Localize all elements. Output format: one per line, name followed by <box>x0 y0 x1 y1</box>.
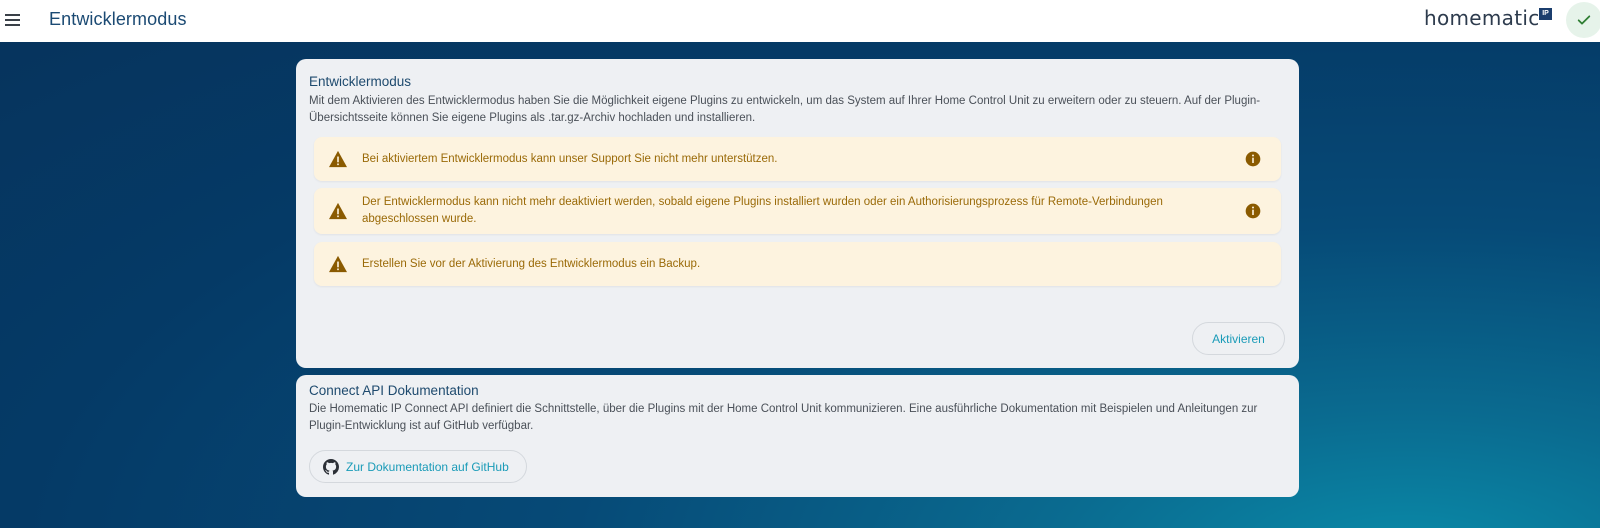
warning-text: Erstellen Sie vor der Aktivierung des En… <box>362 258 701 270</box>
connect-api-card: Connect API Dokumentation Die Homematic … <box>296 375 1299 497</box>
activate-button[interactable]: Aktivieren <box>1192 322 1285 355</box>
warning-icon <box>329 202 347 220</box>
warning-icon <box>329 150 347 168</box>
connect-api-title: Connect API Dokumentation <box>309 383 479 398</box>
info-icon[interactable] <box>1245 151 1261 167</box>
connect-api-description: Die Homematic IP Connect API definiert d… <box>309 403 1258 432</box>
status-indicator[interactable] <box>1566 2 1600 38</box>
page-title: Entwicklermodus <box>49 9 187 29</box>
developer-mode-card: Entwicklermodus Mit dem Aktivieren des E… <box>296 59 1299 368</box>
warning-irreversible: Der Entwicklermodus kann nicht mehr deak… <box>314 188 1281 234</box>
info-icon[interactable] <box>1245 203 1261 219</box>
developer-mode-description: Mit dem Aktivieren des Entwicklermodus h… <box>309 95 1261 124</box>
top-bar: Entwicklermodus homematic IP <box>0 0 1600 42</box>
warning-backup: Erstellen Sie vor der Aktivierung des En… <box>314 242 1281 286</box>
homematic-logo: homematic <box>1424 6 1540 30</box>
developer-mode-title: Entwicklermodus <box>309 74 412 89</box>
hamburger-menu-icon[interactable] <box>4 9 26 31</box>
check-icon <box>1577 15 1591 25</box>
warning-support: Bei aktiviertem Entwicklermodus kann uns… <box>314 137 1281 181</box>
github-icon <box>323 458 339 475</box>
logo-ip-badge: IP <box>1539 8 1552 20</box>
github-docs-label: Zur Dokumentation auf GitHub <box>346 459 509 474</box>
warning-text: Bei aktiviertem Entwicklermodus kann uns… <box>362 153 778 165</box>
warning-icon <box>329 255 347 273</box>
warning-text: Der Entwicklermodus kann nicht mehr deak… <box>362 196 1163 225</box>
github-docs-button[interactable]: Zur Dokumentation auf GitHub <box>309 450 527 483</box>
